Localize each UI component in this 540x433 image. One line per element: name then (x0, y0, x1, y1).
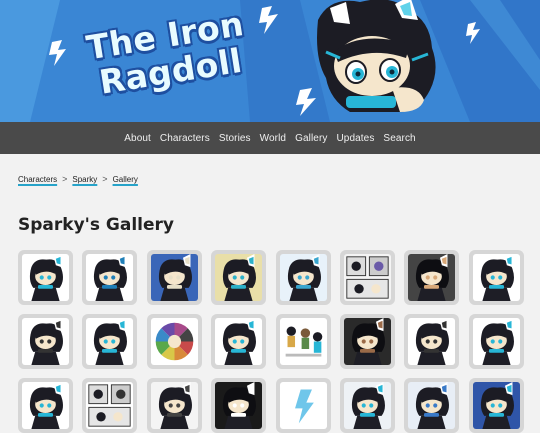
banner-background (0, 0, 540, 122)
character-sheet-thumbnail (279, 318, 327, 365)
gallery-thumbnail[interactable] (211, 250, 267, 305)
gallery-thumbnail[interactable] (18, 250, 73, 305)
character-art-thumbnail (86, 318, 134, 365)
character-art-thumbnail (150, 254, 198, 301)
breadcrumb-gallery[interactable]: Gallery (113, 175, 138, 184)
gallery-thumbnail[interactable] (146, 378, 202, 433)
character-art-thumbnail (408, 318, 456, 365)
gallery-thumbnail[interactable] (404, 250, 460, 305)
character-art-thumbnail (472, 318, 520, 365)
site-banner: The Iron Ragdoll (0, 0, 540, 122)
character-art-thumbnail (215, 318, 263, 365)
gallery-thumbnail[interactable] (146, 314, 202, 369)
comic-page-thumbnail (343, 254, 391, 301)
gallery-thumbnail[interactable] (468, 250, 524, 305)
character-art-thumbnail (86, 254, 134, 301)
color-wheel-thumbnail (150, 318, 198, 365)
nav-item-gallery[interactable]: Gallery (295, 133, 327, 144)
character-art-thumbnail (343, 382, 391, 429)
gallery-thumbnail[interactable] (18, 378, 73, 433)
nav-item-world[interactable]: World (260, 133, 286, 144)
comic-page-thumbnail (86, 382, 134, 429)
character-art-thumbnail (22, 382, 69, 429)
nav-item-about[interactable]: About (124, 133, 151, 144)
breadcrumb-separator: > (62, 174, 68, 184)
gallery-thumbnail[interactable] (339, 314, 395, 369)
breadcrumb-sparky[interactable]: Sparky (72, 175, 97, 184)
nav-item-search[interactable]: Search (383, 133, 415, 144)
lightning-thumbnail (279, 382, 327, 429)
breadcrumb: Characters > Sparky > Gallery (18, 174, 138, 184)
gallery-grid (18, 250, 530, 433)
character-art-thumbnail (472, 382, 520, 429)
character-art-thumbnail (215, 254, 263, 301)
nav-item-stories[interactable]: Stories (219, 133, 251, 144)
gallery-thumbnail[interactable] (275, 250, 331, 305)
character-art-thumbnail (408, 254, 456, 301)
gallery-thumbnail[interactable] (404, 378, 460, 433)
page-title: Sparky's Gallery (18, 215, 174, 235)
gallery-thumbnail[interactable] (468, 378, 524, 433)
gallery-thumbnail[interactable] (404, 314, 460, 369)
character-art-thumbnail (150, 382, 198, 429)
gallery-thumbnail[interactable] (82, 314, 138, 369)
character-art-thumbnail (22, 254, 69, 301)
character-art-thumbnail (408, 382, 456, 429)
gallery-thumbnail[interactable] (468, 314, 524, 369)
breadcrumb-characters[interactable]: Characters (18, 175, 57, 184)
gallery-thumbnail[interactable] (146, 250, 202, 305)
gallery-thumbnail[interactable] (339, 378, 395, 433)
gallery-thumbnail[interactable] (211, 314, 267, 369)
nav-item-characters[interactable]: Characters (160, 133, 210, 144)
nav-item-updates[interactable]: Updates (336, 133, 374, 144)
character-art-thumbnail (343, 318, 391, 365)
character-art-thumbnail (279, 254, 327, 301)
main-navigation: About Characters Stories World Gallery U… (0, 122, 540, 154)
banner-character-art (317, 0, 436, 112)
gallery-thumbnail[interactable] (82, 378, 138, 433)
gallery-thumbnail[interactable] (211, 378, 267, 433)
character-art-thumbnail (22, 318, 69, 365)
character-art-thumbnail (215, 382, 263, 429)
gallery-thumbnail[interactable] (82, 250, 138, 305)
gallery-thumbnail[interactable] (275, 314, 331, 369)
gallery-thumbnail[interactable] (339, 250, 395, 305)
gallery-thumbnail[interactable] (275, 378, 331, 433)
breadcrumb-separator: > (102, 174, 108, 184)
gallery-thumbnail[interactable] (18, 314, 73, 369)
character-art-thumbnail (472, 254, 520, 301)
